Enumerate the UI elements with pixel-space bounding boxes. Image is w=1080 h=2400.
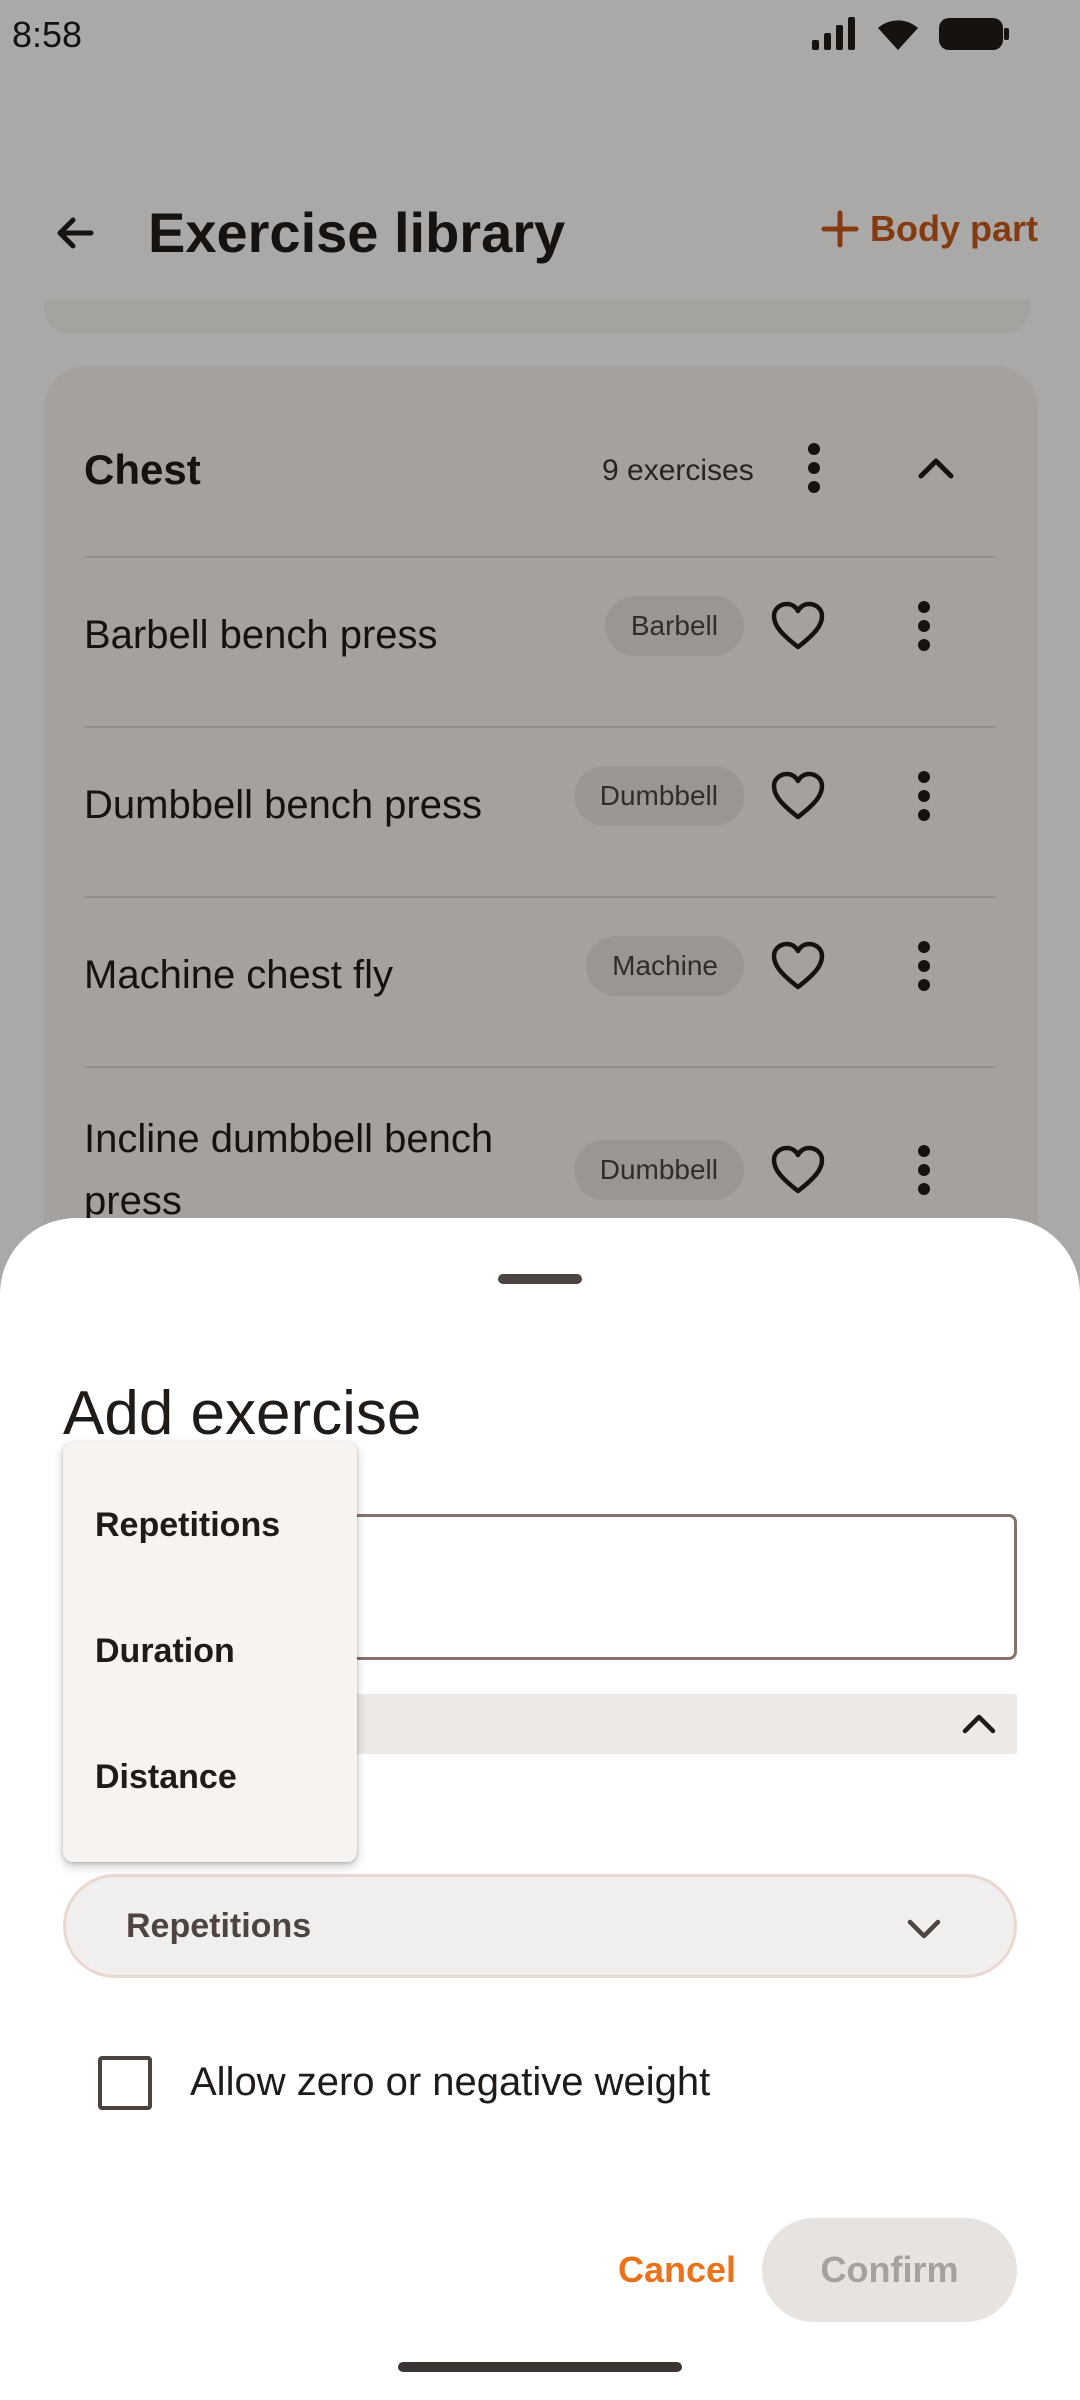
chevron-up-icon <box>949 1694 1009 1754</box>
allow-zero-weight-checkbox[interactable] <box>98 2056 152 2110</box>
home-indicator <box>398 2362 682 2372</box>
confirm-button[interactable]: Confirm <box>762 2218 1017 2322</box>
type-option-repetitions[interactable]: Repetitions <box>63 1462 357 1588</box>
allow-zero-weight-label: Allow zero or negative weight <box>190 2060 711 2104</box>
type-option-distance[interactable]: Distance <box>63 1714 357 1840</box>
exercise-type-menu: Repetitions Duration Distance <box>63 1442 357 1862</box>
cancel-button[interactable]: Cancel <box>598 2218 756 2322</box>
exercise-type-value: Repetitions <box>126 1907 312 1945</box>
exercise-type-select[interactable]: Repetitions <box>63 1874 1017 1978</box>
chevron-down-icon <box>894 1899 954 1959</box>
type-option-duration[interactable]: Duration <box>63 1588 357 1714</box>
drag-handle[interactable] <box>498 1274 582 1284</box>
sheet-title: Add exercise <box>63 1379 422 1448</box>
